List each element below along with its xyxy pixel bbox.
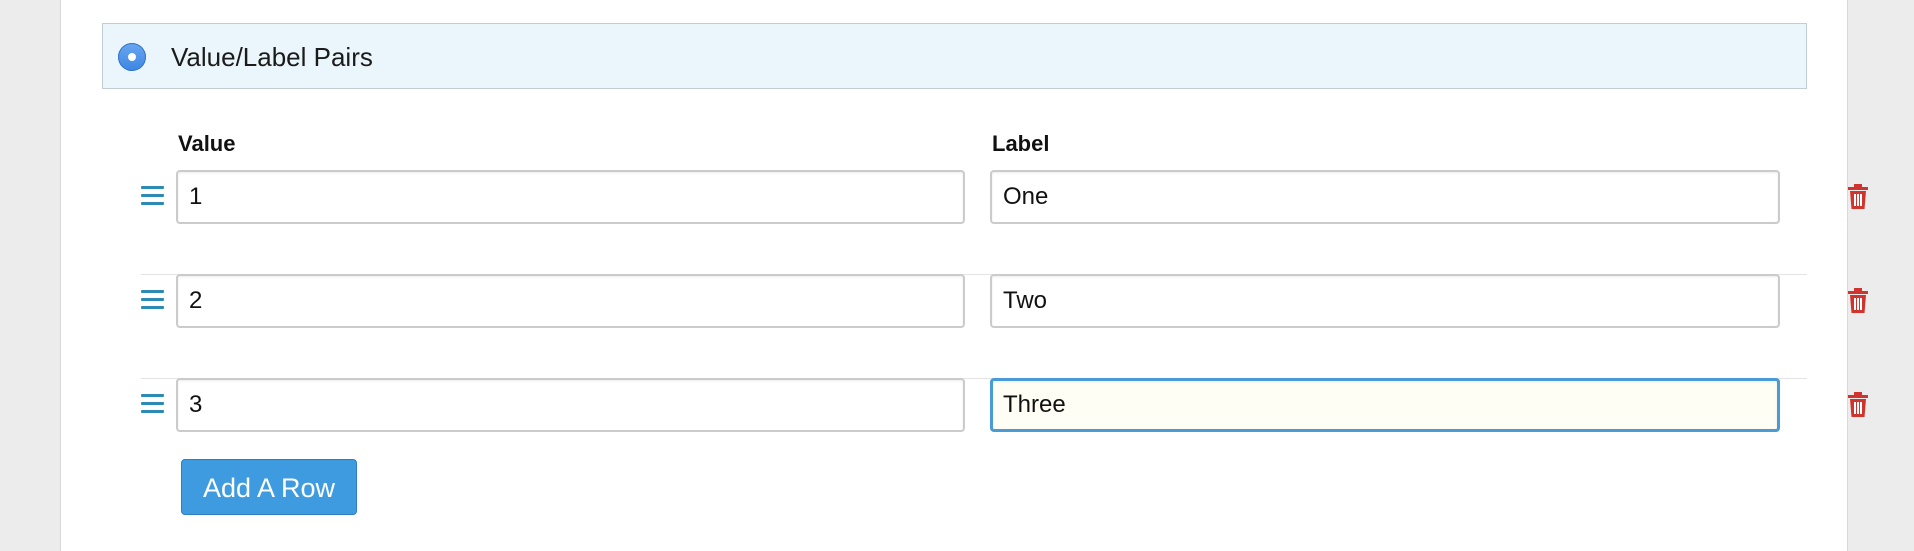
value-input[interactable]: 2 [176, 274, 965, 328]
label-input[interactable]: One [990, 170, 1780, 224]
label-input[interactable]: Three [990, 378, 1780, 432]
drag-handle-icon[interactable] [141, 186, 164, 208]
label-column-label: Label [992, 131, 1050, 156]
trash-icon[interactable] [1847, 392, 1869, 418]
label-input[interactable]: Two [990, 274, 1780, 328]
trash-icon[interactable] [1847, 184, 1869, 210]
table-row: 2 Two [141, 274, 1868, 379]
form-panel: Value/Label Pairs Value Label 1 One 2 Tw… [60, 0, 1868, 551]
radio-selected-icon[interactable] [118, 43, 146, 71]
table-row: 1 One [141, 170, 1868, 275]
trash-icon[interactable] [1847, 288, 1869, 314]
value-column-label: Value [178, 131, 236, 156]
value-input[interactable]: 1 [176, 170, 965, 224]
add-row-button[interactable]: Add A Row [181, 459, 357, 515]
value-input[interactable]: 3 [176, 378, 965, 432]
drag-handle-icon[interactable] [141, 290, 164, 312]
drag-handle-icon[interactable] [141, 394, 164, 416]
table-row: 3 Three [141, 378, 1868, 482]
section-title: Value/Label Pairs [171, 42, 373, 72]
section-header[interactable]: Value/Label Pairs [102, 23, 1807, 89]
